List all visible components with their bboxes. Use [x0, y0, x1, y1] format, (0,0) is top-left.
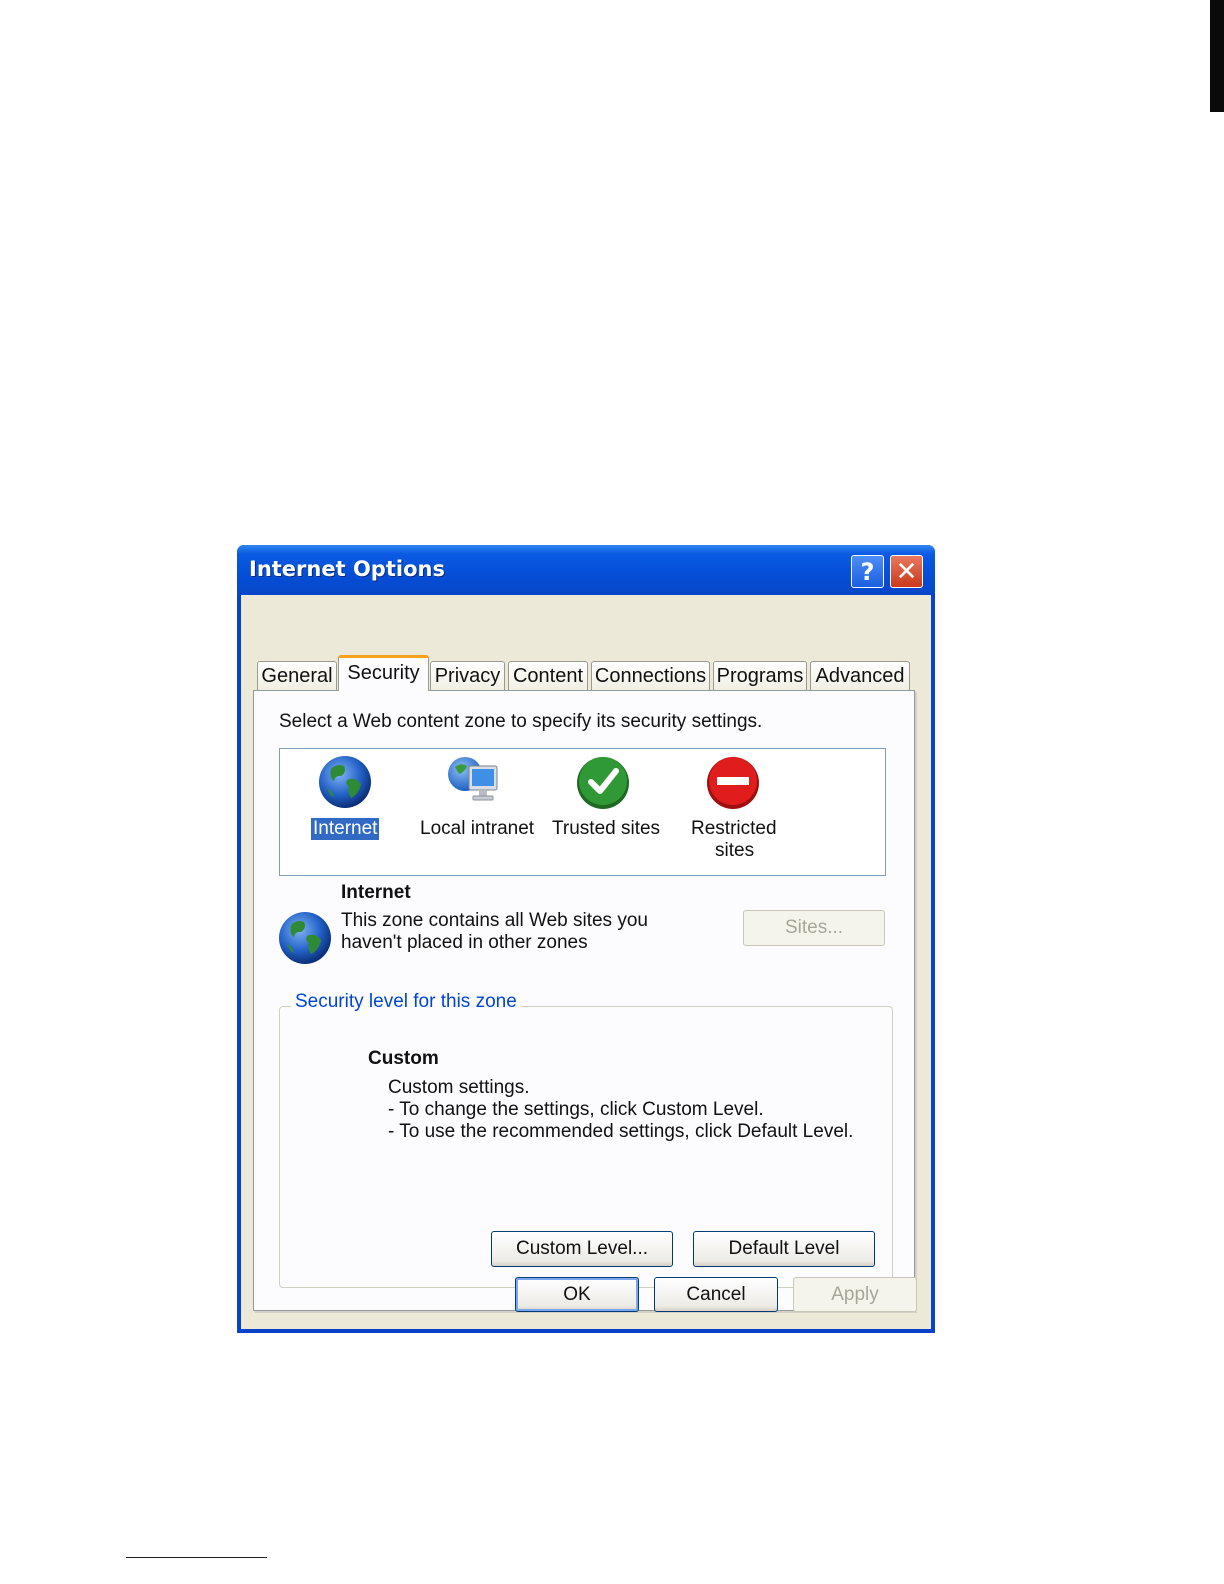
zone-label-internet: Internet [311, 818, 380, 840]
help-icon: ? [860, 557, 875, 586]
tab-security[interactable]: Security [338, 655, 429, 691]
zone-label-restricted-sites-line1: Restricted [691, 818, 777, 839]
zone-description-line1: This zone contains all Web sites you [341, 910, 648, 931]
zone-title: Internet [341, 882, 411, 903]
zone-instruction: Select a Web content zone to specify its… [279, 711, 763, 732]
ok-button[interactable]: OK [515, 1277, 639, 1312]
window-title: Internet Options [249, 557, 445, 581]
internet-options-dialog: Internet Options ? ✕ General Security Pr… [237, 545, 935, 1333]
zone-list: Internet Local intranet Trusted sites Re… [279, 748, 886, 876]
globe-icon [319, 756, 371, 808]
zone-item-restricted-sites[interactable]: Restricted sites [670, 749, 800, 873]
close-icon: ✕ [895, 556, 918, 587]
zone-label-local-intranet: Local intranet [420, 818, 535, 839]
zone-item-internet[interactable]: Internet [280, 749, 410, 873]
custom-level-button[interactable]: Custom Level... [491, 1231, 673, 1267]
page-edge-bar [1210, 0, 1224, 112]
tab-programs[interactable]: Programs [713, 661, 807, 691]
security-level-line2: - To change the settings, click Custom L… [388, 1099, 764, 1120]
security-level-name: Custom [368, 1048, 439, 1069]
title-bar[interactable]: Internet Options ? ✕ [237, 545, 935, 595]
intranet-icon [448, 757, 498, 801]
no-entry-icon [707, 757, 759, 809]
security-level-group-title: Security level for this zone [291, 991, 521, 1013]
zone-globe-icon [279, 912, 331, 964]
security-level-line1: Custom settings. [388, 1077, 530, 1098]
default-level-button[interactable]: Default Level [693, 1231, 875, 1267]
footnote-divider [126, 1557, 267, 1558]
close-button[interactable]: ✕ [890, 555, 923, 588]
zone-label-restricted-sites-line2: sites [715, 840, 755, 861]
zone-item-trusted-sites[interactable]: Trusted sites [540, 749, 670, 873]
sites-button[interactable]: Sites... [743, 910, 885, 946]
security-tab-page: Select a Web content zone to specify its… [253, 690, 915, 1311]
dialog-client-area: General Security Privacy Content Connect… [241, 595, 931, 1329]
help-button[interactable]: ? [851, 555, 884, 588]
tab-content[interactable]: Content [508, 661, 588, 691]
tab-general[interactable]: General [257, 661, 337, 691]
tab-privacy[interactable]: Privacy [430, 661, 505, 691]
apply-button[interactable]: Apply [793, 1277, 917, 1312]
zone-label-trusted-sites: Trusted sites [552, 818, 661, 839]
tab-advanced[interactable]: Advanced [810, 661, 910, 691]
tab-connections[interactable]: Connections [591, 661, 710, 691]
checkmark-icon [577, 757, 629, 809]
cancel-button[interactable]: Cancel [654, 1277, 778, 1312]
zone-description-line2: haven't placed in other zones [341, 932, 588, 953]
zone-item-local-intranet[interactable]: Local intranet [410, 749, 540, 873]
security-level-line3: - To use the recommended settings, click… [388, 1121, 854, 1142]
